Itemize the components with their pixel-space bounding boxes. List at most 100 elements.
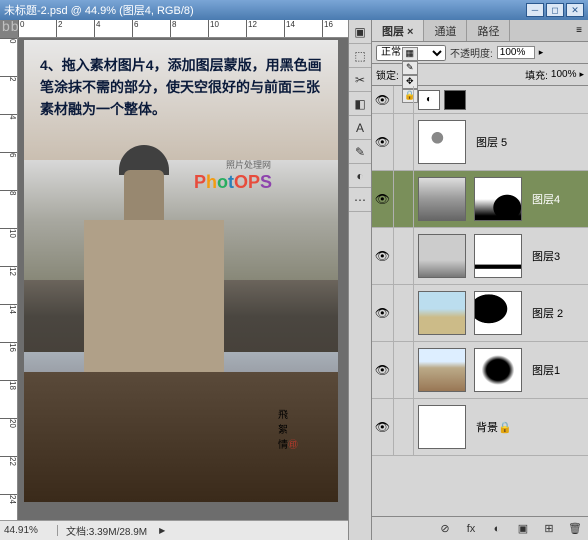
tab-paths[interactable]: 路径: [467, 20, 510, 41]
layer-thumbnail[interactable]: [418, 291, 466, 335]
layer-row[interactable]: 👁 图层1: [372, 342, 588, 399]
layer-row[interactable]: 👁 图层 5: [372, 114, 588, 171]
visibility-toggle[interactable]: 👁: [372, 114, 394, 170]
ruler-tick: 2: [56, 20, 62, 37]
layer-row[interactable]: 👁 背景 🔒: [372, 399, 588, 456]
doc-size-info[interactable]: 文档:3.39M/28.9M: [58, 523, 155, 538]
document-status-bar: 44.91% 文档:3.39M/28.9M ▶: [0, 520, 348, 540]
tool-button-7[interactable]: ⋯: [349, 188, 371, 212]
close-button[interactable]: ✕: [566, 3, 584, 17]
tab-layers[interactable]: 图层 ×: [372, 20, 424, 41]
fill-field[interactable]: 100%: [551, 69, 577, 80]
ruler-tick: 24: [0, 494, 17, 504]
ruler-tick: 14: [0, 304, 17, 314]
link-col: [394, 171, 414, 227]
panel-tabs: 图层 × 通道 路径 ≡: [372, 20, 588, 42]
window-buttons: ─ ◻ ✕: [526, 3, 584, 17]
layer-name[interactable]: 图层 2: [526, 285, 588, 341]
link-col: [394, 228, 414, 284]
tool-button-1[interactable]: ⬚: [349, 44, 371, 68]
visibility-toggle[interactable]: 👁: [372, 86, 394, 113]
lock-icon: 🔒: [498, 421, 512, 434]
layer-name[interactable]: 图层1: [526, 342, 588, 398]
layers-panel: 图层 × 通道 路径 ≡ 正常 不透明度: 100%▸ 锁定: ▦✎✥🔒 填充:…: [372, 20, 588, 540]
panel-action-3[interactable]: ▣: [514, 521, 532, 537]
ruler-tick: 10: [208, 20, 219, 37]
layer-thumbnail[interactable]: [418, 177, 466, 221]
panel-action-5[interactable]: 🗑: [566, 521, 584, 537]
lock-option-1[interactable]: ✎: [402, 61, 418, 75]
castle-graphic: [84, 220, 224, 380]
visibility-toggle[interactable]: 👁: [372, 285, 394, 341]
panel-menu-icon[interactable]: ≡: [570, 20, 588, 41]
layer-thumbnail[interactable]: [418, 348, 466, 392]
layer-mask-thumbnail[interactable]: [474, 291, 522, 335]
ruler-tick: 4: [94, 20, 100, 37]
canvas-area[interactable]: 4、拖入素材图片4，添加图层蒙版，用黑色画笔涂抹不需的部分，使天空很好的与前面三…: [18, 38, 348, 520]
layer-thumbnail[interactable]: [418, 120, 466, 164]
layer-name[interactable]: 图层 5: [470, 114, 588, 170]
link-col: [394, 285, 414, 341]
layer-mask-thumbnail[interactable]: [474, 177, 522, 221]
panel-action-2[interactable]: ◐: [488, 521, 506, 537]
layer-name[interactable]: 图层3: [526, 228, 588, 284]
mini-toolbar: ▣⬚✂◧A✎◐⋯: [348, 20, 372, 540]
visibility-toggle[interactable]: 👁: [372, 228, 394, 284]
layer-row[interactable]: 👁 图层 2: [372, 285, 588, 342]
layer-thumbnail[interactable]: [418, 234, 466, 278]
layer-list[interactable]: 👁 图层 5 👁 图层4 👁 图层3 👁 图层 2 👁 图层1 👁 背景 🔒: [372, 114, 588, 516]
layer-name[interactable]: 背景 🔒: [470, 399, 588, 455]
document-window: 0246810121416 024681012141618202224 4、拖入…: [0, 20, 348, 540]
visibility-toggle[interactable]: 👁: [372, 342, 394, 398]
ruler-tick: 14: [284, 20, 295, 37]
tool-button-0[interactable]: ▣: [349, 20, 371, 44]
ruler-tick: 22: [0, 456, 17, 466]
status-menu-icon[interactable]: ▶: [159, 526, 165, 535]
panel-action-4[interactable]: ⊞: [540, 521, 558, 537]
tool-button-5[interactable]: ✎: [349, 140, 371, 164]
visibility-toggle[interactable]: 👁: [372, 171, 394, 227]
adjustment-icon: ◐: [418, 90, 440, 110]
link-col: [394, 114, 414, 170]
tool-button-4[interactable]: A: [349, 116, 371, 140]
ruler-tick: 6: [132, 20, 138, 37]
lock-option-0[interactable]: ▦: [402, 47, 418, 61]
instruction-text: 4、拖入素材图片4，添加图层蒙版，用黑色画笔涂抹不需的部分，使天空很好的与前面三…: [40, 54, 322, 120]
layer-lock-row: 锁定: ▦✎✥🔒 填充: 100%▸: [372, 64, 588, 86]
layer-row[interactable]: 👁 图层4: [372, 171, 588, 228]
link-col: [394, 86, 414, 113]
minimize-button[interactable]: ─: [526, 3, 544, 17]
maximize-button[interactable]: ◻: [546, 3, 564, 17]
ruler-tick: 0: [0, 38, 17, 43]
layer-name[interactable]: 图层4: [526, 171, 588, 227]
layer-mask-thumbnail[interactable]: [474, 234, 522, 278]
panel-action-1[interactable]: fx: [462, 521, 480, 537]
layer-row[interactable]: 👁 图层3: [372, 228, 588, 285]
ruler-tick: 16: [0, 342, 17, 352]
panel-action-0[interactable]: ⊘: [436, 521, 454, 537]
tool-button-3[interactable]: ◧: [349, 92, 371, 116]
window-title: 未标题-2.psd @ 44.9% (图层4, RGB/8): [4, 2, 526, 18]
ruler-horizontal[interactable]: 0246810121416: [18, 20, 348, 38]
opacity-field[interactable]: 100%: [497, 46, 535, 59]
tab-channels[interactable]: 通道: [424, 20, 467, 41]
photops-logo: PhotOPS: [194, 172, 272, 193]
link-col: [394, 399, 414, 455]
ruler-tick: 16: [322, 20, 333, 37]
layer-mask-thumbnail[interactable]: [474, 348, 522, 392]
zoom-field[interactable]: 44.91%: [0, 525, 58, 536]
tool-button-2[interactable]: ✂: [349, 68, 371, 92]
signature-seal: 飛絮情㊞: [278, 406, 318, 466]
ruler-vertical[interactable]: 024681012141618202224: [0, 38, 18, 520]
ruler-tick: 2: [0, 76, 17, 81]
tool-button-6[interactable]: ◐: [349, 164, 371, 188]
ruler-tick: 20: [0, 418, 17, 428]
link-col: [394, 342, 414, 398]
visibility-toggle[interactable]: 👁: [372, 399, 394, 455]
artboard[interactable]: 4、拖入素材图片4，添加图层蒙版，用黑色画笔涂抹不需的部分，使天空很好的与前面三…: [24, 40, 338, 502]
layer-adjustment-row[interactable]: 👁 ◐: [372, 86, 588, 114]
layer-thumbnail[interactable]: [418, 405, 466, 449]
ruler-tick: 8: [170, 20, 176, 37]
window-titlebar: 未标题-2.psd @ 44.9% (图层4, RGB/8) ─ ◻ ✕: [0, 0, 588, 20]
lock-label: 锁定:: [376, 67, 399, 82]
